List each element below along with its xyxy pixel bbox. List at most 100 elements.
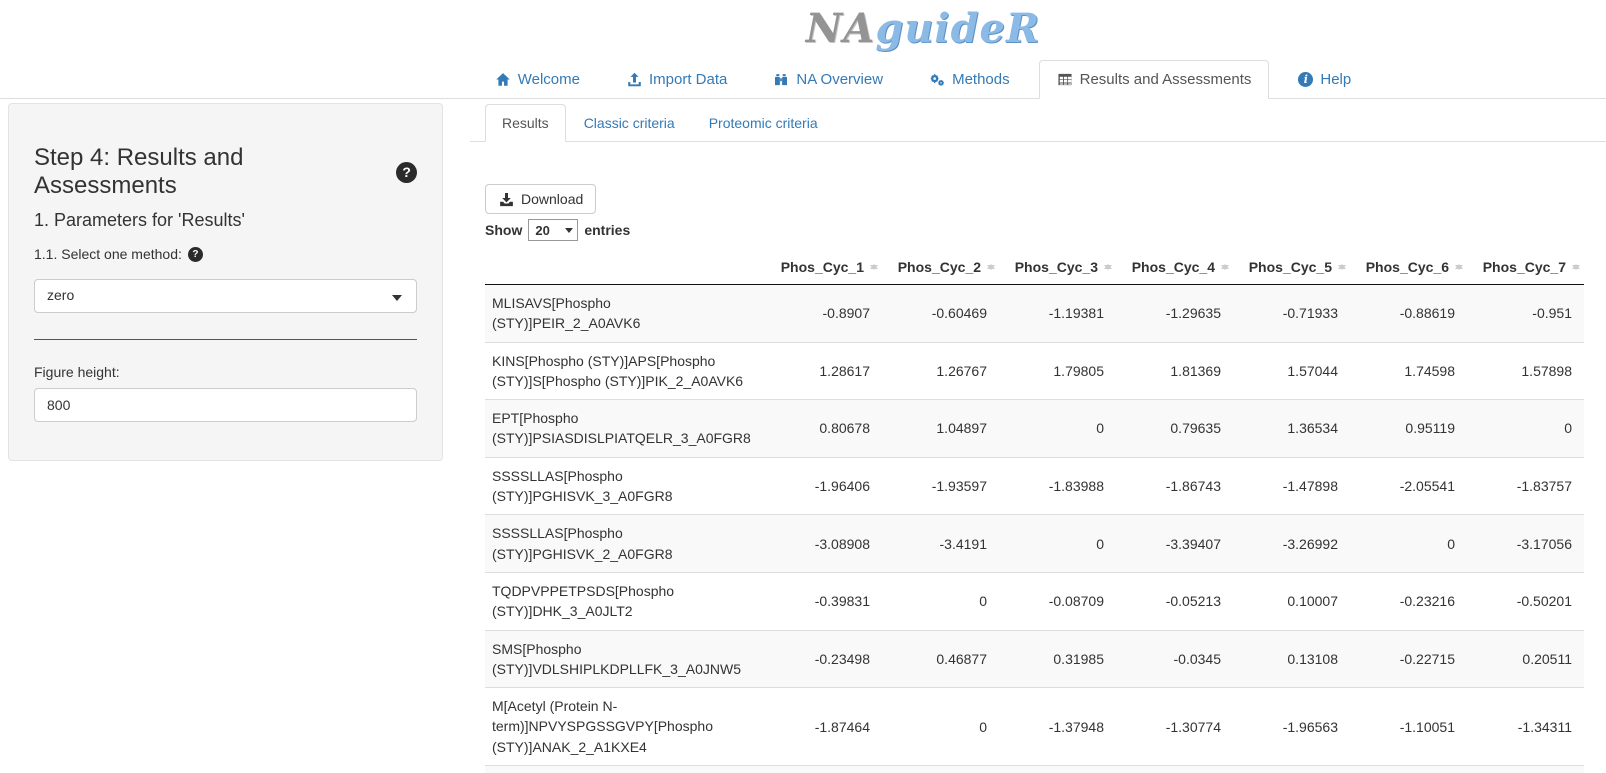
table-row: TQDPVPPETPSDS[Phospho (STY)]DHK_3_A0JLT2… (485, 572, 1584, 630)
column-header-phos-cyc-6[interactable]: Phos_Cyc_6 (1350, 250, 1467, 285)
step-title: Step 4: Results and Assessments ? (34, 144, 417, 200)
download-button-label: Download (521, 191, 583, 207)
value-cell: 0.95119 (1350, 400, 1467, 458)
subtab-classic-criteria[interactable]: Classic criteria (568, 105, 691, 141)
column-header-label: Phos_Cyc_6 (1366, 259, 1449, 275)
nav-item-na-overview[interactable]: NA Overview (756, 61, 900, 98)
value-cell: 0.31985 (999, 630, 1116, 688)
nav-item-methods[interactable]: Methods (912, 61, 1027, 98)
table-row: MLISAVS[Phospho (STY)]PEIR_2_A0AVK6-0.89… (485, 285, 1584, 343)
value-cell: -0.71933 (1233, 285, 1350, 343)
value-cell: 0.10007 (1233, 572, 1350, 630)
help-question-icon[interactable]: ? (396, 162, 417, 183)
nav-item-results-and-assessments[interactable]: Results and Assessments (1039, 60, 1270, 99)
figure-height-input[interactable] (34, 388, 417, 422)
nav-item-import-data[interactable]: Import Data (609, 61, 744, 98)
main-panel: ResultsClassic criteriaProteomic criteri… (470, 102, 1606, 773)
table-row: SSSSLLAS[Phospho (STY)]PGHISVK_3_A0FGR8-… (485, 457, 1584, 515)
value-cell: -1.87464 (765, 688, 882, 766)
value-cell: 1.26767 (882, 342, 999, 400)
value-cell: -3.08908 (765, 515, 882, 573)
column-header-phos-cyc-1[interactable]: Phos_Cyc_1 (765, 250, 882, 285)
nav-item-welcome[interactable]: Welcome (478, 61, 597, 98)
column-header-label: Phos_Cyc_3 (1015, 259, 1098, 275)
value-cell: -2.05541 (1350, 457, 1467, 515)
header-row: Phos_Cyc_1 Phos_Cyc_2 Phos_Cyc_3 Phos_Cyc_4… (485, 250, 1584, 285)
value-cell: 0 (1350, 515, 1467, 573)
table-row: EPT[Phospho (STY)]PSIASDISLPIATQELR_3_A0… (485, 400, 1584, 458)
column-header-phos-cyc-7[interactable]: Phos_Cyc_7 (1467, 250, 1584, 285)
value-cell: -3.4191 (882, 515, 999, 573)
value-cell: -0.88619 (1350, 285, 1467, 343)
results-toolbar: Download Show 20 entries (470, 142, 1606, 241)
value-cell: 0.20511 (1467, 630, 1584, 688)
subtab-proteomic-criteria[interactable]: Proteomic criteria (693, 105, 834, 141)
value-cell: -0.22715 (1350, 630, 1467, 688)
table-row: SSSSLLAS[Phospho (STY)]PGHISVK_2_A0FGR8-… (485, 515, 1584, 573)
chevron-down-icon (392, 295, 402, 306)
page-length-control: Show 20 entries (485, 219, 1606, 241)
parameters-heading: 1. Parameters for 'Results' (34, 210, 417, 231)
table-row: SMS[Phospho (STY)]VDLSHIPLKDPLLFK_3_A0JN… (485, 630, 1584, 688)
nav-item-help[interactable]: i Help (1281, 61, 1368, 98)
logo-part-na: NA (806, 5, 876, 52)
sidebar-divider (34, 339, 417, 340)
gears-icon (929, 72, 945, 88)
table-icon (1057, 72, 1073, 88)
value-cell: -1.30774 (1116, 688, 1233, 766)
column-header-label: Phos_Cyc_2 (898, 259, 981, 275)
row-name-header (485, 250, 765, 285)
entries-label: entries (584, 222, 630, 238)
results-table: Phos_Cyc_1 Phos_Cyc_2 Phos_Cyc_3 Phos_Cyc_4… (485, 250, 1584, 766)
value-cell: -0.23498 (765, 630, 882, 688)
value-cell: -0.39831 (765, 572, 882, 630)
value-cell: 1.81369 (1116, 342, 1233, 400)
main-nav: Welcome Import Data NA Overview Methods … (0, 58, 1606, 99)
sort-icon (1572, 259, 1581, 275)
column-header-phos-cyc-4[interactable]: Phos_Cyc_4 (1116, 250, 1233, 285)
method-label: 1.1. Select one method: (34, 246, 182, 262)
value-cell: 1.04897 (882, 400, 999, 458)
value-cell: 1.28617 (765, 342, 882, 400)
value-cell: -1.37948 (999, 688, 1116, 766)
logo-part-guider: guideR (875, 5, 1040, 52)
value-cell: -1.47898 (1233, 457, 1350, 515)
upload-icon (626, 72, 642, 88)
sort-icon (987, 259, 996, 275)
app-header: NAguideR (0, 0, 1606, 58)
results-table-wrap: Phos_Cyc_1 Phos_Cyc_2 Phos_Cyc_3 Phos_Cyc_4… (470, 250, 1606, 773)
row-name-cell: SSSSLLAS[Phospho (STY)]PGHISVK_2_A0FGR8 (485, 515, 765, 573)
value-cell: 1.74598 (1350, 342, 1467, 400)
info-icon: i (1298, 72, 1313, 87)
method-question-icon[interactable]: ? (188, 247, 203, 262)
page-length-select[interactable]: 20 (528, 219, 578, 241)
method-label-row: 1.1. Select one method: ? (34, 246, 417, 262)
value-cell: -1.10051 (1350, 688, 1467, 766)
column-header-phos-cyc-3[interactable]: Phos_Cyc_3 (999, 250, 1116, 285)
column-header-label: Phos_Cyc_7 (1483, 259, 1566, 275)
table-row: KINS[Phospho (STY)]APS[Phospho (STY)]S[P… (485, 342, 1584, 400)
next-row-sliver (485, 766, 1584, 773)
row-name-cell: M[Acetyl (Protein N-term)]NPVYSPGSSGVPY[… (485, 688, 765, 766)
method-select[interactable]: zero (34, 279, 417, 313)
method-select-value: zero (47, 287, 74, 303)
value-cell: 1.36534 (1233, 400, 1350, 458)
value-cell: -3.39407 (1116, 515, 1233, 573)
value-cell: -1.19381 (999, 285, 1116, 343)
nav-item-label: NA Overview (796, 71, 883, 88)
sort-icon (870, 259, 879, 275)
step-title-text: Step 4: Results and Assessments (34, 144, 388, 200)
value-cell: -1.83988 (999, 457, 1116, 515)
subtab-results[interactable]: Results (485, 104, 566, 142)
value-cell: 0.46877 (882, 630, 999, 688)
download-button[interactable]: Download (485, 184, 596, 214)
nav-item-label: Help (1320, 71, 1351, 88)
value-cell: 0 (882, 572, 999, 630)
value-cell: 0.80678 (765, 400, 882, 458)
results-table-body: MLISAVS[Phospho (STY)]PEIR_2_A0AVK6-0.89… (485, 285, 1584, 766)
value-cell: -1.93597 (882, 457, 999, 515)
column-header-phos-cyc-2[interactable]: Phos_Cyc_2 (882, 250, 999, 285)
sort-icon (1338, 259, 1347, 275)
page-body: Step 4: Results and Assessments ? 1. Par… (0, 99, 1606, 773)
column-header-phos-cyc-5[interactable]: Phos_Cyc_5 (1233, 250, 1350, 285)
